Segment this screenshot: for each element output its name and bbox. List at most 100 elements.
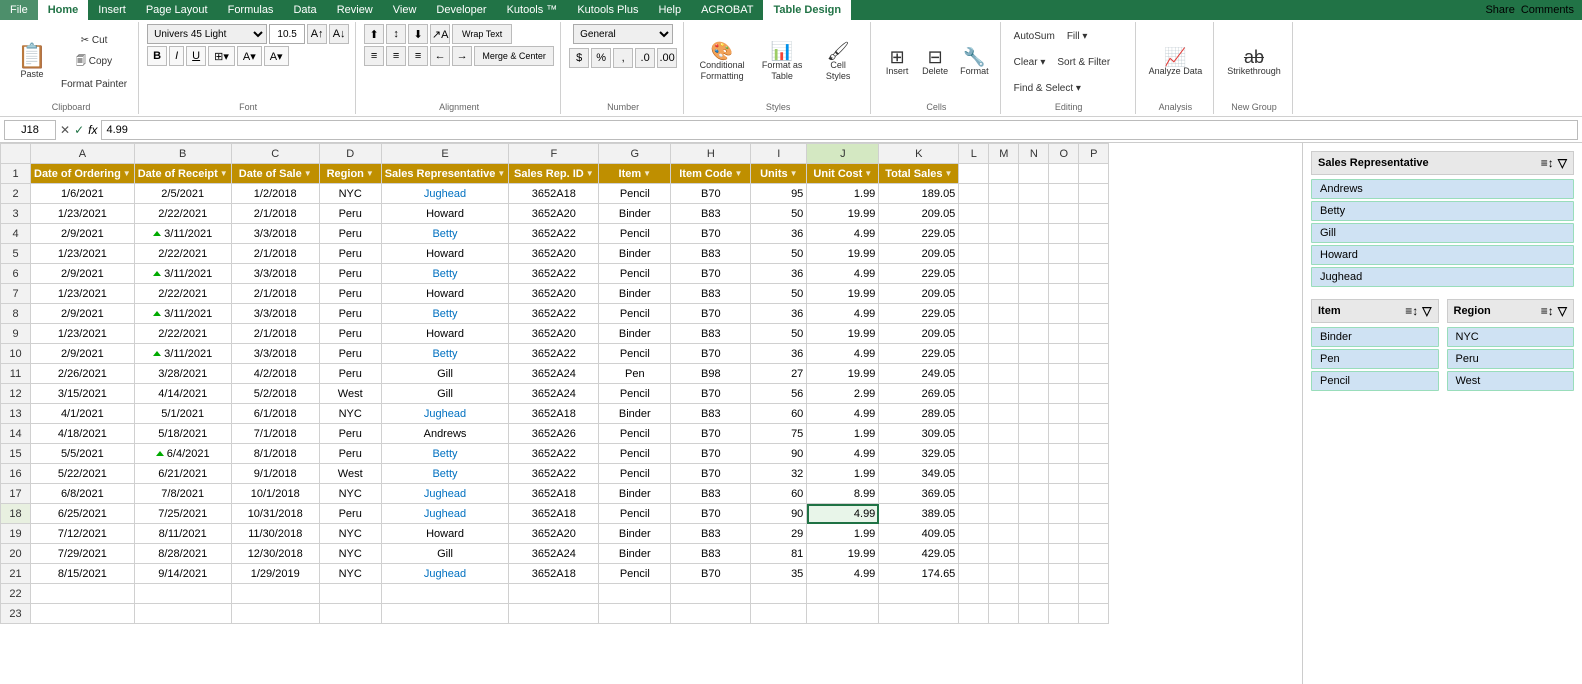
empty-cell[interactable]	[1049, 404, 1079, 424]
empty-cell[interactable]	[1019, 344, 1049, 364]
merge-center-button[interactable]: Merge & Center	[474, 46, 554, 66]
cell-F4[interactable]: 3652A22	[509, 224, 599, 244]
empty-cell[interactable]	[671, 584, 751, 604]
cell-K19[interactable]: 409.05	[879, 524, 959, 544]
empty-cell[interactable]	[959, 464, 989, 484]
cell-B19[interactable]: 8/11/2021	[134, 524, 231, 544]
cell-E5[interactable]: Howard	[381, 244, 509, 264]
comma-button[interactable]: ,	[613, 48, 633, 68]
cell-J17[interactable]: 8.99	[807, 484, 879, 504]
cell-A8[interactable]: 2/9/2021	[31, 304, 135, 324]
font-increase-button[interactable]: A↑	[307, 24, 327, 44]
cell-J2[interactable]: 1.99	[807, 184, 879, 204]
empty-cell[interactable]	[989, 584, 1019, 604]
cell-K21[interactable]: 174.65	[879, 564, 959, 584]
align-left-button[interactable]: ≡	[364, 46, 384, 66]
cell-J8[interactable]: 4.99	[807, 304, 879, 324]
col-header-a[interactable]: A	[31, 144, 135, 164]
col-header-b[interactable]: B	[134, 144, 231, 164]
cell-J13[interactable]: 4.99	[807, 404, 879, 424]
cell-E4[interactable]: Betty	[381, 224, 509, 244]
empty-cell[interactable]	[989, 404, 1019, 424]
cell-K9[interactable]: 209.05	[879, 324, 959, 344]
spreadsheet-scroll[interactable]: A B C D E F G H I J K L M N O P	[0, 143, 1302, 684]
cell-A21[interactable]: 8/15/2021	[31, 564, 135, 584]
header-item[interactable]: Item▼	[599, 164, 671, 184]
empty-cell[interactable]	[599, 604, 671, 624]
cell-F10[interactable]: 3652A22	[509, 344, 599, 364]
header-region[interactable]: Region▼	[319, 164, 381, 184]
empty-cell[interactable]	[1019, 404, 1049, 424]
empty-cell[interactable]	[1049, 284, 1079, 304]
cell-H21[interactable]: B70	[671, 564, 751, 584]
cell-B21[interactable]: 9/14/2021	[134, 564, 231, 584]
cell-J6[interactable]: 4.99	[807, 264, 879, 284]
empty-cell[interactable]	[1019, 464, 1049, 484]
cell-D9[interactable]: Peru	[319, 324, 381, 344]
tab-table-design[interactable]: Table Design	[763, 0, 851, 20]
empty-cell[interactable]	[989, 284, 1019, 304]
empty-cell[interactable]	[1049, 184, 1079, 204]
tab-developer[interactable]: Developer	[426, 0, 496, 20]
empty-cell[interactable]	[1019, 264, 1049, 284]
cell-I17[interactable]: 60	[751, 484, 807, 504]
cell-C16[interactable]: 9/1/2018	[231, 464, 319, 484]
cell-G17[interactable]: Binder	[599, 484, 671, 504]
empty-cell[interactable]	[1049, 604, 1079, 624]
cell-H17[interactable]: B83	[671, 484, 751, 504]
cell-B5[interactable]: 2/22/2021	[134, 244, 231, 264]
tab-page-layout[interactable]: Page Layout	[136, 0, 218, 20]
cell-K3[interactable]: 209.05	[879, 204, 959, 224]
empty-cell[interactable]	[989, 384, 1019, 404]
empty-cell[interactable]	[989, 464, 1019, 484]
empty-cell[interactable]	[959, 224, 989, 244]
empty-cell[interactable]	[959, 404, 989, 424]
row-num-10[interactable]: 10	[1, 344, 31, 364]
row-num-5[interactable]: 5	[1, 244, 31, 264]
cell-K17[interactable]: 369.05	[879, 484, 959, 504]
bold-button[interactable]: B	[147, 46, 167, 66]
empty-cell[interactable]	[1079, 444, 1109, 464]
col-header-c[interactable]: C	[231, 144, 319, 164]
cell-I18[interactable]: 90	[751, 504, 807, 524]
region-sort-icon[interactable]: ≡↕	[1541, 304, 1554, 318]
empty-cell[interactable]	[989, 264, 1019, 284]
cell-K12[interactable]: 269.05	[879, 384, 959, 404]
cell-B2[interactable]: 2/5/2021	[134, 184, 231, 204]
empty-cell[interactable]	[989, 184, 1019, 204]
cell-G19[interactable]: Binder	[599, 524, 671, 544]
cell-D13[interactable]: NYC	[319, 404, 381, 424]
cell-D5[interactable]: Peru	[319, 244, 381, 264]
empty-cell[interactable]	[751, 584, 807, 604]
cell-F11[interactable]: 3652A24	[509, 364, 599, 384]
row-num-20[interactable]: 20	[1, 544, 31, 564]
cell-K10[interactable]: 229.05	[879, 344, 959, 364]
cell-A20[interactable]: 7/29/2021	[31, 544, 135, 564]
cell-D3[interactable]: Peru	[319, 204, 381, 224]
empty-cell[interactable]	[1079, 344, 1109, 364]
cell-J9[interactable]: 19.99	[807, 324, 879, 344]
cell-A4[interactable]: 2/9/2021	[31, 224, 135, 244]
empty-cell[interactable]	[1019, 384, 1049, 404]
empty-cell[interactable]	[1079, 584, 1109, 604]
decrease-decimal-button[interactable]: .0	[635, 48, 655, 68]
cell-C7[interactable]: 2/1/2018	[231, 284, 319, 304]
tab-acrobat[interactable]: ACROBAT	[691, 0, 763, 20]
cell-G4[interactable]: Pencil	[599, 224, 671, 244]
col-header-m[interactable]: M	[989, 144, 1019, 164]
cell-G2[interactable]: Pencil	[599, 184, 671, 204]
cell-E7[interactable]: Howard	[381, 284, 509, 304]
cell-C20[interactable]: 12/30/2018	[231, 544, 319, 564]
cell-K6[interactable]: 229.05	[879, 264, 959, 284]
cell-I6[interactable]: 36	[751, 264, 807, 284]
cell-I21[interactable]: 35	[751, 564, 807, 584]
cell-B4[interactable]: 3/11/2021	[134, 224, 231, 244]
cell-J12[interactable]: 2.99	[807, 384, 879, 404]
cell-K5[interactable]: 209.05	[879, 244, 959, 264]
cell-D15[interactable]: Peru	[319, 444, 381, 464]
cell-I14[interactable]: 75	[751, 424, 807, 444]
cell-K20[interactable]: 429.05	[879, 544, 959, 564]
sort-filter-button[interactable]: Sort & Filter	[1052, 50, 1115, 74]
font-size-input[interactable]	[269, 24, 305, 44]
cell-F12[interactable]: 3652A24	[509, 384, 599, 404]
